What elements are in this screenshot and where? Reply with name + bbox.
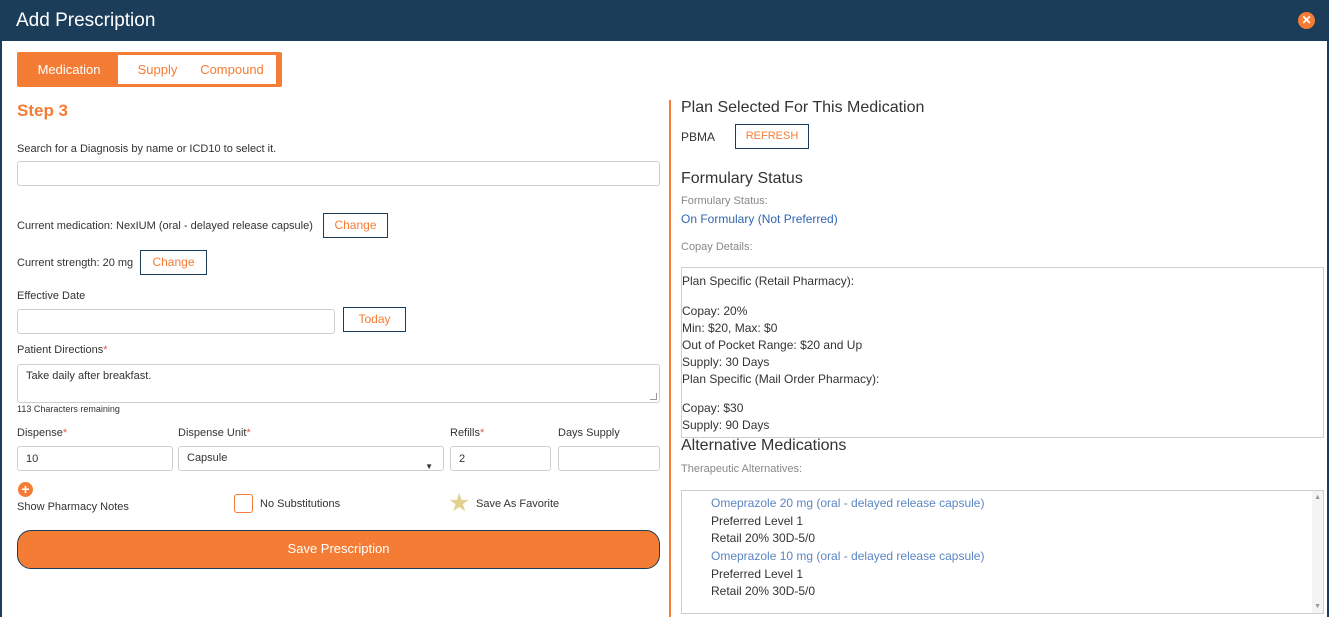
dispense-label-text: Dispense: [17, 427, 63, 439]
copay-line: Copay: 20%: [682, 304, 748, 318]
required-mark: *: [62, 427, 68, 439]
copay-line: Plan Specific (Mail Order Pharmacy):: [682, 372, 880, 386]
formulary-status-label: Formulary Status:: [681, 195, 768, 207]
dispense-unit-value: Capsule: [187, 452, 228, 464]
column-divider: [669, 100, 671, 617]
diagnosis-label: Search for a Diagnosis by name or ICD10 …: [17, 143, 277, 155]
alternative-detail: Retail 20% 30D-5/0: [711, 584, 816, 598]
patient-directions-value: Take daily after breakfast.: [26, 370, 152, 382]
copay-line: Supply: 90 Days: [682, 418, 770, 432]
title-bar: Add Prescription ✕: [2, 0, 1327, 41]
copay-line: Out of Pocket Range: $20 and Up: [682, 338, 863, 352]
copay-line: Supply: 30 Days: [682, 355, 770, 369]
refresh-button[interactable]: REFRESH: [735, 124, 809, 149]
add-prescription-modal: Add Prescription ✕ Medication Supply Com…: [0, 0, 1329, 617]
copay-line: Plan Specific (Retail Pharmacy):: [682, 274, 855, 288]
formulary-status-detail: (Not Preferred): [757, 212, 838, 226]
change-medication-button[interactable]: Change: [323, 213, 388, 238]
copay-details-label: Copay Details:: [681, 241, 753, 253]
dispense-unit-label: Dispense Unit*: [178, 427, 251, 439]
therapeutic-alternatives-label: Therapeutic Alternatives:: [681, 463, 803, 475]
chars-remaining: 113 Characters remaining: [17, 404, 120, 414]
alternatives-heading: Alternative Medications: [681, 437, 847, 454]
formulary-status: On Formulary (Not Preferred): [681, 212, 838, 226]
copay-details-box: Plan Specific (Retail Pharmacy): Copay: …: [681, 267, 1324, 438]
formulary-status-value: On Formulary: [681, 212, 755, 226]
patient-directions-text: Patient Directions: [17, 344, 104, 356]
required-mark: *: [246, 427, 251, 439]
alternative-detail: Retail 20% 30D-5/0: [711, 531, 816, 545]
patient-directions-textarea[interactable]: Take daily after breakfast.: [17, 364, 660, 403]
copay-line: Copay: $30: [682, 401, 744, 415]
effective-date-input[interactable]: [17, 309, 335, 334]
today-button[interactable]: Today: [343, 307, 406, 332]
required-mark: *: [103, 344, 108, 356]
alternatives-scrollbar[interactable]: ▲ ▼: [1312, 491, 1323, 613]
plus-icon[interactable]: +: [18, 482, 33, 497]
step-label: Step 3: [17, 101, 69, 120]
scroll-up-icon[interactable]: ▲: [1314, 494, 1321, 501]
alternative-level: Preferred Level 1: [711, 567, 804, 581]
save-favorite-label[interactable]: Save As Favorite: [476, 498, 559, 510]
show-pharmacy-notes-link[interactable]: Show Pharmacy Notes: [17, 501, 129, 513]
alternative-medication-link[interactable]: Omeprazole 20 mg (oral - delayed release…: [711, 496, 984, 510]
close-icon[interactable]: ✕: [1298, 12, 1315, 29]
save-prescription-button[interactable]: Save Prescription: [17, 530, 660, 569]
current-strength-label: Current strength: 20 mg: [17, 257, 134, 269]
modal-title: Add Prescription: [16, 10, 156, 31]
effective-date-label: Effective Date: [17, 290, 86, 302]
plan-name: PBMA: [681, 130, 716, 144]
dispense-unit-select[interactable]: Capsule ▼: [178, 446, 444, 471]
tab-medication[interactable]: Medication: [23, 55, 115, 84]
dispense-label: Dispense*: [17, 427, 67, 439]
days-supply-label: Days Supply: [558, 427, 620, 439]
patient-directions-label: Patient Directions*: [17, 344, 108, 356]
tab-compound[interactable]: Compound: [188, 55, 276, 84]
copay-line: Min: $20, Max: $0: [682, 321, 778, 335]
no-substitutions-checkbox[interactable]: [234, 494, 253, 513]
alternative-medication-link[interactable]: Omeprazole 10 mg (oral - delayed release…: [711, 549, 984, 563]
diagnosis-search-input[interactable]: [17, 161, 660, 186]
chevron-down-icon: ▼: [425, 462, 433, 471]
resize-grip-icon[interactable]: [650, 393, 657, 400]
dispense-unit-label-text: Dispense Unit: [178, 427, 247, 439]
alternative-level: Preferred Level 1: [711, 514, 804, 528]
no-substitutions-label: No Substitutions: [260, 498, 341, 510]
scroll-down-icon[interactable]: ▼: [1314, 603, 1321, 610]
refills-label-text: Refills: [450, 427, 480, 439]
current-medication-label: Current medication: NexIUM (oral - delay…: [17, 220, 313, 232]
required-mark: *: [479, 427, 485, 439]
plan-heading: Plan Selected For This Medication: [681, 99, 925, 116]
refills-input[interactable]: [450, 446, 551, 471]
prescription-type-tabs: Medication Supply Compound: [17, 52, 282, 87]
alternatives-list[interactable]: Omeprazole 20 mg (oral - delayed release…: [681, 490, 1324, 614]
change-strength-button[interactable]: Change: [140, 250, 207, 275]
refills-label: Refills*: [450, 427, 484, 439]
star-icon[interactable]: ★: [448, 491, 470, 516]
dispense-input[interactable]: [17, 446, 173, 471]
tab-supply[interactable]: Supply: [118, 55, 197, 84]
days-supply-input[interactable]: [558, 446, 660, 471]
formulary-heading: Formulary Status: [681, 170, 803, 187]
